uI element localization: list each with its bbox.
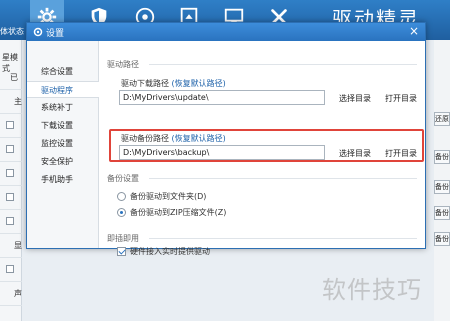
restore-default-backup-link[interactable]: (恢复默认路径) [172, 134, 226, 143]
download-path-label: 驱动下载路径 (恢复默认路径) [121, 79, 226, 88]
dialog-title: 设置 [46, 29, 65, 39]
nav-item-download[interactable]: 下载设置 [27, 117, 98, 134]
list-item: 主 [0, 90, 22, 114]
row-checkbox[interactable] [6, 145, 14, 153]
backup-button[interactable]: 备份 [434, 150, 450, 164]
open-backup-dir-button[interactable]: 打开目录 [385, 148, 417, 159]
nav-item-patches[interactable]: 系统补丁 [27, 99, 98, 116]
open-download-dir-button[interactable]: 打开目录 [385, 93, 417, 104]
list-item[interactable] [0, 186, 22, 210]
settings-nav: 综合设置 驱动程序 系统补丁 下载设置 监控设置 安全保护 手机助手 [27, 41, 99, 248]
list-item: 已 [0, 66, 22, 90]
dialog-titlebar[interactable]: 设置 × [27, 23, 425, 41]
backup-path-input[interactable] [119, 145, 325, 160]
radio-backup-folder[interactable] [117, 192, 126, 201]
realtime-driver-checkbox[interactable] [117, 247, 126, 256]
backup-button[interactable]: 备份 [434, 232, 450, 246]
restore-button[interactable]: 还原 [434, 112, 450, 126]
settings-content: 驱动路径 驱动下载路径 (恢复默认路径) 选择目录 打开目录 驱动备份路径 (恢… [99, 41, 425, 256]
row-checkbox[interactable] [6, 193, 14, 201]
download-path-input[interactable] [119, 90, 325, 105]
list-item: 显 [0, 234, 22, 258]
backup-button[interactable]: 备份 [434, 206, 450, 220]
list-item[interactable] [0, 162, 22, 186]
section-divider [149, 178, 417, 179]
section-title-backup: 备份设置 [107, 174, 139, 183]
list-item: 声 [0, 282, 22, 306]
backup-to-folder-option[interactable]: 备份驱动到文件夹(D) [117, 191, 206, 202]
nav-item-mobile[interactable]: 手机助手 [27, 171, 98, 188]
radio-backup-zip[interactable] [117, 208, 126, 217]
row-checkbox[interactable] [6, 217, 14, 225]
backup-button[interactable]: 备份 [434, 180, 450, 194]
backup-path-label: 驱动备份路径 (恢复默认路径) [121, 134, 226, 143]
list-item[interactable] [0, 210, 22, 234]
section-title-plug-and-play: 即插即用 [107, 234, 139, 243]
app-device-list: 星模式 已 主 显 声 [0, 40, 22, 321]
list-item[interactable] [0, 138, 22, 162]
realtime-driver-option[interactable]: 硬件接入实时提供驱动 [117, 246, 210, 257]
list-item[interactable] [0, 114, 22, 138]
nav-item-general[interactable]: 综合设置 [27, 63, 98, 80]
row-checkbox[interactable] [6, 169, 14, 177]
settings-dialog: 设置 × 综合设置 驱动程序 系统补丁 下载设置 监控设置 安全保护 手机助手 … [26, 22, 426, 256]
watermark-text: 软件技巧 [322, 276, 422, 304]
app-action-column: 还原 备份 备份 备份 备份 [434, 40, 450, 321]
settings-icon [33, 27, 43, 37]
nav-item-monitor[interactable]: 监控设置 [27, 135, 98, 152]
choose-backup-dir-button[interactable]: 选择目录 [339, 148, 371, 159]
row-checkbox[interactable] [6, 121, 14, 129]
section-divider [149, 238, 417, 239]
backup-to-zip-option[interactable]: 备份驱动到ZIP压缩文件(Z) [117, 207, 226, 218]
nav-item-security[interactable]: 安全保护 [27, 153, 98, 170]
section-divider [149, 64, 417, 65]
restore-default-download-link[interactable]: (恢复默认路径) [172, 79, 226, 88]
choose-download-dir-button[interactable]: 选择目录 [339, 93, 371, 104]
nav-item-drivers[interactable]: 驱动程序 [27, 81, 99, 98]
close-icon[interactable]: × [409, 24, 419, 38]
list-item[interactable] [0, 258, 22, 282]
section-title-driver-path: 驱动路径 [107, 60, 139, 69]
row-checkbox[interactable] [6, 265, 14, 273]
